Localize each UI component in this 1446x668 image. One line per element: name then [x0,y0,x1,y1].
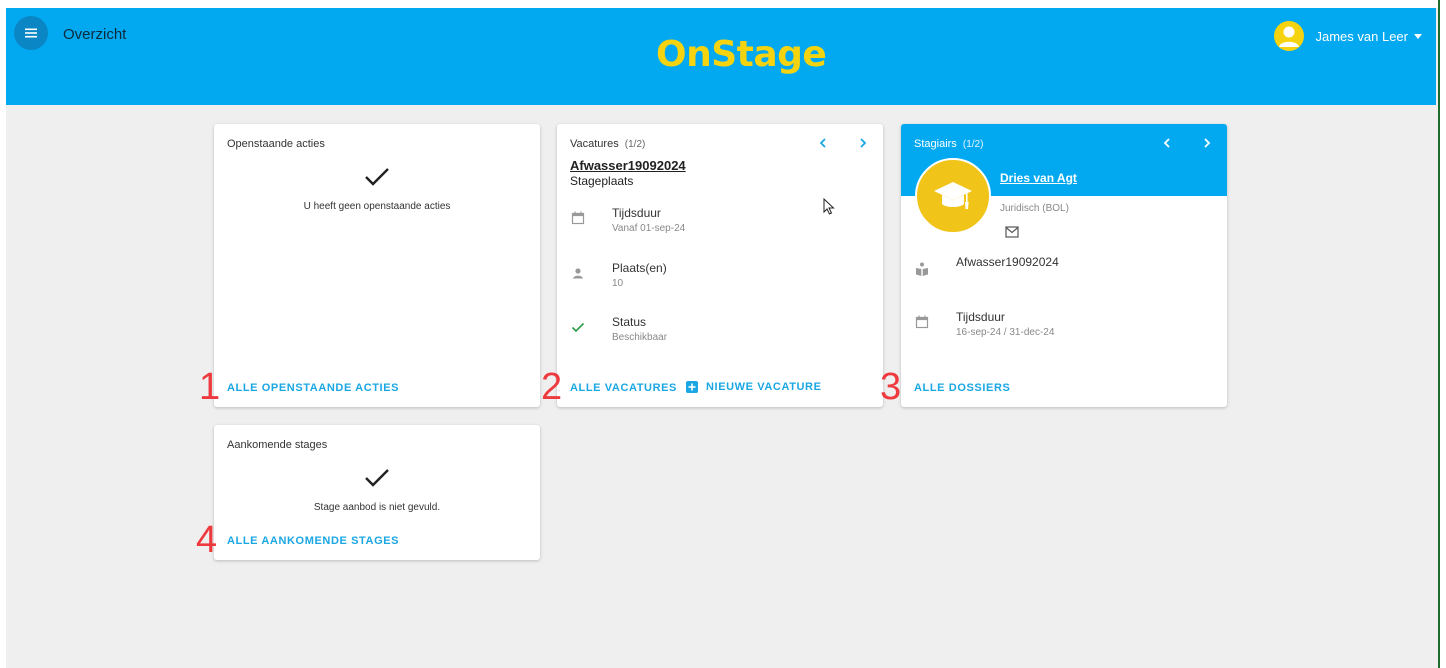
detail-label: Tijdsduur [612,206,661,220]
card-title: Openstaande acties [227,138,325,150]
annotation-number-1: 1 [199,366,221,408]
chevron-left-icon[interactable] [1160,136,1174,150]
window-right-border [1438,0,1440,668]
checkmark-icon [365,469,389,487]
all-dossiers-link[interactable]: ALLE DOSSIERS [914,382,1010,394]
new-vacancy-label: NIEUWE VACATURE [706,381,822,393]
chevron-right-icon[interactable] [856,136,870,150]
vacancies-card: Vacatures (1/2) Afwasser19092024 Stagepl… [557,124,883,407]
vacancy-name-link[interactable]: Afwasser19092024 [570,158,686,173]
chevron-left-icon[interactable] [816,136,830,150]
card-count: (1/2) [962,139,984,150]
detail-places: Plaats(en) 10 [570,261,667,289]
annotation-number-4: 4 [196,519,218,561]
vacancy-pager [816,136,870,150]
detail-value: 16-sep-24 / 31-dec-24 [956,327,1055,338]
intern-school: Juridisch (BOL) [1000,203,1069,214]
page-title: Overzicht [63,26,127,43]
all-open-actions-link[interactable]: ALLE OPENSTAANDE ACTIES [227,382,399,394]
mail-icon[interactable] [1005,226,1019,238]
onstage-logo[interactable]: OnStage [656,34,827,75]
user-menu[interactable]: James van Leer [1273,21,1422,51]
all-vacancies-link[interactable]: ALLE VACATURES [570,382,677,394]
card-title-text: Stagiairs [914,138,957,150]
caret-down-icon [1414,33,1422,39]
empty-message: U heeft geen openstaande acties [303,201,451,212]
card-count: (1/2) [624,139,646,150]
mouse-cursor-icon [823,198,835,215]
card-title: Aankomende stages [227,439,328,451]
annotation-number-3: 3 [880,366,902,408]
card-title: Vacatures (1/2) [570,138,645,150]
user-icon [1278,26,1299,47]
calendar-icon [915,315,929,329]
detail-value: Vanaf 01-sep-24 [612,223,686,234]
hamburger-icon [25,28,37,38]
card-title-text: Vacatures [570,138,619,150]
empty-message: Stage aanbod is niet gevuld. [313,502,441,513]
detail-label: Plaats(en) [612,261,667,275]
calendar-icon [571,211,585,225]
user-avatar [1273,21,1304,51]
user-name: James van Leer [1315,28,1409,44]
detail-duration: Tijdsduur Vanaf 01-sep-24 [570,206,685,234]
all-upcoming-internships-link[interactable]: ALLE AANKOMENDE STAGES [227,535,399,547]
upcoming-internships-card: Aankomende stages Stage aanbod is niet g… [214,425,540,560]
interns-card: Stagiairs (1/2) Dries van Agt Juridisch … [901,124,1227,407]
detail-value: 10 [612,278,624,289]
window-top-edge [0,0,1446,8]
menu-button[interactable] [14,16,48,50]
detail-status: Status Beschikbaar [570,315,667,343]
intern-pager [1160,136,1214,150]
detail-label: Tijdsduur [956,310,1005,324]
detail-value: Beschikbaar [612,332,668,343]
new-vacancy-button[interactable]: NIEUWE VACATURE [686,381,822,393]
check-icon [571,322,585,333]
detail-vacancy: Afwasser19092024 [914,255,1059,277]
open-actions-card: Openstaande acties U heeft geen openstaa… [214,124,540,407]
app-header: Overzicht OnStage James van Leer [6,8,1436,105]
briefcase-person-icon [916,262,928,276]
checkmark-icon [365,168,389,186]
detail-label: Status [612,315,647,329]
intern-avatar [915,158,991,234]
vacancy-type: Stageplaats [570,174,634,188]
detail-duration: Tijdsduur 16-sep-24 / 31-dec-24 [914,310,1054,338]
add-box-icon [686,381,698,393]
person-icon [573,268,583,279]
graduation-cap-icon [934,182,972,209]
intern-vacancy: Afwasser19092024 [956,255,1059,269]
annotation-number-2: 2 [541,366,563,408]
intern-name-link[interactable]: Dries van Agt [1000,171,1077,185]
card-title: Stagiairs (1/2) [914,138,983,150]
chevron-right-icon[interactable] [1200,136,1214,150]
